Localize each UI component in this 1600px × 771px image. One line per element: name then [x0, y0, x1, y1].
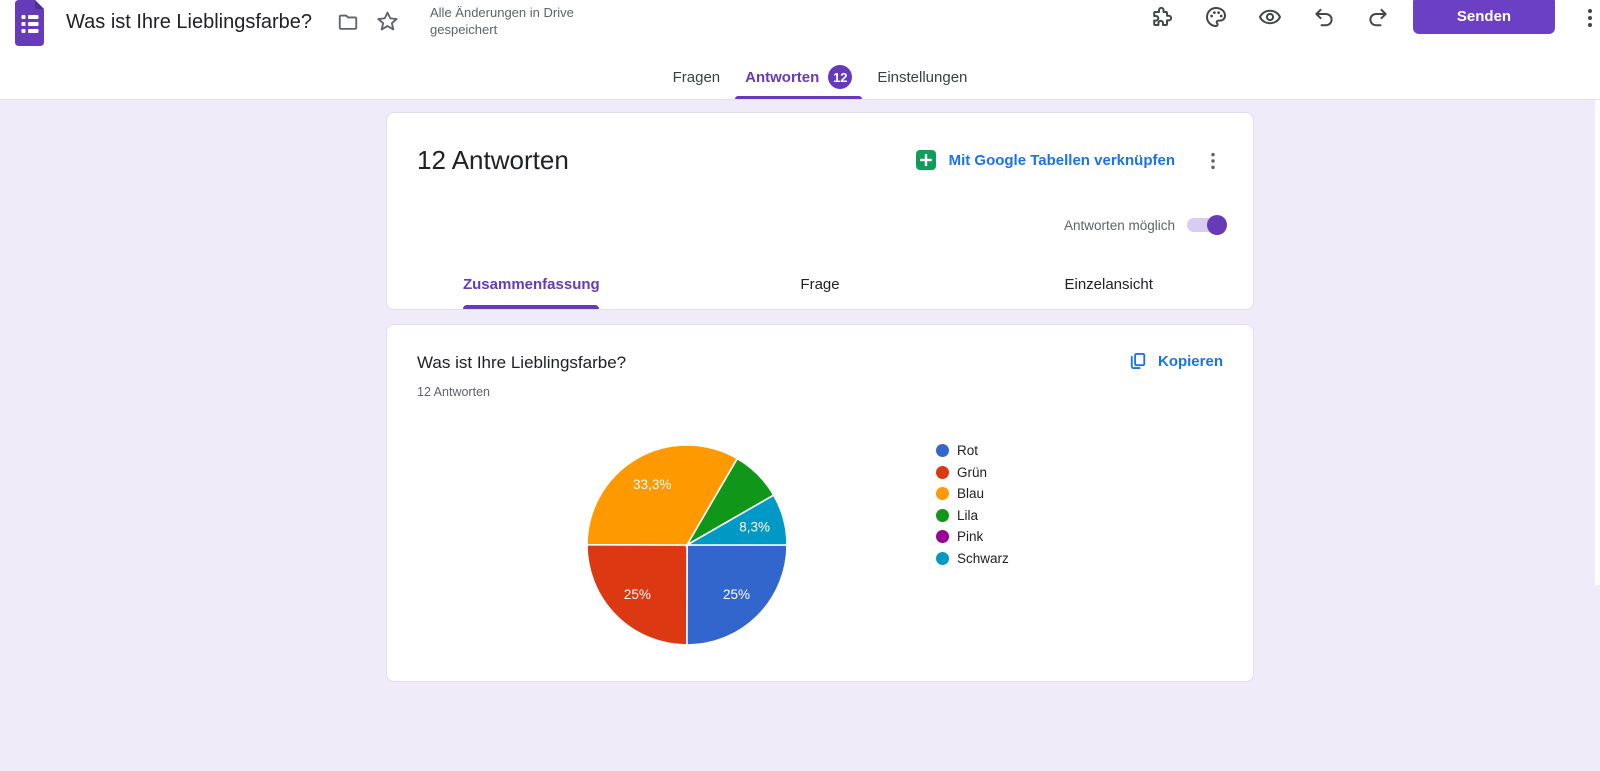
legend-item-lila: Lila [936, 505, 1009, 527]
toggle-knob [1207, 215, 1227, 235]
subtab-label: Einzelansicht [1064, 275, 1153, 293]
copy-icon [1130, 353, 1146, 369]
star-icon [376, 11, 398, 30]
more-vert-icon [1588, 9, 1592, 27]
palette-icon [1206, 7, 1226, 27]
copy-chart-button[interactable]: Kopieren [1128, 351, 1223, 371]
pie-chart: 25% 25% 33,3% 8,3% [586, 444, 788, 646]
tab-label: Einstellungen [877, 68, 968, 86]
pie-slice-percentage-label: 8,3% [739, 519, 770, 534]
subtab-zusammenfassung[interactable]: Zusammenfassung [387, 259, 676, 309]
pie-slice-percentage-label: 33,3% [633, 477, 671, 492]
subtab-label: Frage [800, 275, 840, 293]
more-vert-icon [1211, 152, 1215, 170]
form-title[interactable]: Was ist Ihre Lieblingsfarbe? [66, 0, 312, 45]
folder-icon [338, 14, 358, 30]
legend-color-dot [936, 551, 949, 565]
tab-label: Fragen [672, 68, 721, 86]
responses-heading: 12 Antworten [417, 145, 569, 175]
accepting-responses-row: Antworten möglich [1064, 215, 1227, 235]
tab-fragen[interactable]: Fragen [663, 55, 731, 99]
tab-label: Antworten [745, 68, 820, 86]
extensions-puzzle-icon [1153, 6, 1173, 26]
send-button[interactable]: Senden [1413, 0, 1555, 34]
chart-legend: Rot Grün Blau Lila Pink Schwarz [936, 440, 1009, 569]
app-header: Was ist Ihre Lieblingsfarbe? Alle Änderu… [0, 0, 1600, 100]
active-subtab-underline [463, 305, 600, 309]
preview-eye-icon [1259, 9, 1281, 25]
link-to-sheets-button[interactable]: Mit Google Tabellen verknüpfen [915, 149, 1175, 171]
save-status: Alle Änderungen in Drive gespeichert [430, 5, 574, 37]
undo-button[interactable] [1308, 1, 1340, 33]
legend-item-grün: Grün [936, 462, 1009, 484]
tab-einstellungen[interactable]: Einstellungen [867, 55, 977, 99]
preview-button[interactable] [1254, 1, 1286, 33]
summary-more-options-button[interactable] [1197, 145, 1229, 177]
response-count-badge: 12 [828, 65, 853, 89]
active-tab-underline [735, 95, 863, 99]
legend-label: Grün [957, 464, 988, 480]
google-sheets-icon [915, 150, 936, 170]
question-response-count: 12 Antworten [417, 385, 490, 399]
undo-icon [1315, 8, 1333, 27]
legend-item-rot: Rot [936, 440, 1009, 462]
question-title: Was ist Ihre Lieblingsfarbe? [417, 353, 627, 372]
subtab-label: Zusammenfassung [462, 275, 600, 293]
theme-button[interactable] [1200, 1, 1232, 33]
legend-color-dot [936, 465, 949, 479]
accepting-responses-toggle[interactable] [1187, 215, 1227, 235]
subtab-einzelansicht[interactable]: Einzelansicht [964, 259, 1253, 309]
pie-slice-percentage-label: 25% [624, 587, 651, 602]
redo-button[interactable] [1362, 1, 1394, 33]
star-button[interactable] [371, 5, 403, 37]
legend-label: Blau [957, 486, 985, 502]
accepting-responses-label: Antworten möglich [1063, 217, 1175, 233]
legend-item-blau: Blau [936, 483, 1009, 505]
legend-item-schwarz: Schwarz [936, 548, 1009, 570]
legend-label: Lila [957, 507, 979, 523]
tab-antworten[interactable]: Antworten 12 [735, 55, 863, 99]
pie-slice-percentage-label: 25% [723, 587, 750, 602]
extensions-button[interactable] [1145, 1, 1177, 33]
move-folder-button[interactable] [332, 6, 364, 38]
question-chart-card: Was ist Ihre Lieblingsfarbe? Kopieren 12… [386, 324, 1254, 682]
google-forms-logo-icon[interactable] [10, 0, 48, 46]
legend-color-dot [936, 487, 949, 501]
responses-summary-card: 12 Antworten Mit Google Tabellen verknüp… [386, 112, 1254, 310]
vertical-scrollbar[interactable] [1595, 100, 1600, 585]
redo-icon [1369, 8, 1387, 27]
subtab-frage[interactable]: Frage [676, 259, 965, 309]
copy-label: Kopieren [1157, 352, 1223, 370]
legend-color-dot [936, 444, 949, 458]
header-more-options-button[interactable] [1574, 2, 1600, 34]
legend-item-pink: Pink [936, 526, 1009, 548]
summary-subtabs: Zusammenfassung Frage Einzelansicht [387, 259, 1253, 309]
legend-label: Schwarz [957, 550, 1009, 566]
main-tabs: Fragen Antworten 12 Einstellungen [20, 55, 1600, 99]
sheets-link-label: Mit Google Tabellen verknüpfen [948, 151, 1175, 169]
legend-color-dot [936, 508, 949, 522]
legend-label: Pink [957, 529, 984, 545]
legend-color-dot [936, 530, 949, 544]
legend-label: Rot [957, 443, 979, 459]
